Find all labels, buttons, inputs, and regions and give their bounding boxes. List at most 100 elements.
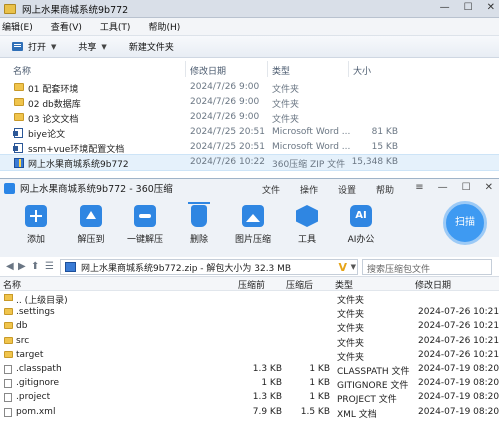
column-type[interactable]: 类型 — [335, 278, 353, 291]
up-folder-icon[interactable]: ⬆ — [31, 261, 39, 272]
minimize-button[interactable]: — — [438, 182, 448, 193]
view-mode-icon[interactable]: ☰ — [45, 261, 54, 272]
table-row[interactable]: src 文件夹 2024-07-26 10:21 — [0, 334, 499, 349]
list-item[interactable]: biye论文 2024/7/25 20:51 Microsoft Word ..… — [0, 125, 499, 140]
add-label: 添加 — [26, 235, 45, 245]
zip-file-list: .. (上级目录) 文件夹 .settings 文件夹 2024-07-26 1… — [0, 291, 499, 420]
chevron-down-icon[interactable]: ▼ — [351, 263, 356, 271]
table-row[interactable]: .classpath 1.3 KB 1 KB CLASSPATH 文件 2024… — [0, 362, 499, 377]
entry-original: 1 KB — [309, 378, 330, 389]
entry-modified: 2024-07-19 08:20 — [418, 392, 499, 403]
entry-name: .classpath — [16, 363, 62, 374]
search-input[interactable]: 搜索压缩包文件 — [362, 259, 492, 275]
one-click-extract-button[interactable]: 一键解压 — [120, 205, 170, 245]
path-field[interactable]: 网上水果商城系统9b772.zip - 解包大小为 32.3 MB V ▼ — [60, 259, 358, 275]
add-button[interactable]: 添加 — [11, 205, 61, 245]
list-item[interactable]: ssm+vue环境配置文档 2024/7/25 20:51 Microsoft … — [0, 140, 499, 155]
column-name[interactable]: 名称 — [3, 278, 21, 291]
minimize-button[interactable]: — — [440, 2, 450, 13]
file-name: 03 论文文档 — [28, 115, 79, 125]
entry-name: .. (上级目录) — [16, 296, 68, 306]
extract-to-button[interactable]: 解压到 — [66, 205, 116, 245]
list-item[interactable]: 01 配套环境 2024/7/26 9:00 文件夹 — [0, 80, 499, 95]
folder-icon — [4, 308, 13, 316]
trash-icon — [188, 202, 210, 227]
column-compressed[interactable]: 压缩前 — [238, 278, 265, 291]
tools-icon — [296, 205, 318, 227]
list-item[interactable]: 02 db数据库 2024/7/26 9:00 文件夹 — [0, 95, 499, 110]
table-row[interactable]: .gitignore 1 KB 1 KB GITIGNORE 文件 2024-0… — [0, 376, 499, 391]
table-row[interactable]: .. (上级目录) 文件夹 — [0, 291, 499, 306]
file-name: biye论文 — [28, 130, 66, 140]
file-type: 360压缩 ZIP 文件 — [272, 160, 346, 170]
folder-icon — [4, 322, 13, 330]
menu-tools[interactable]: 工具(T) — [100, 20, 131, 33]
file-icon — [4, 393, 12, 403]
forward-arrow-icon[interactable]: ▶ — [18, 261, 26, 272]
path-text: 网上水果商城系统9b772.zip - 解包大小为 32.3 MB — [81, 263, 292, 274]
zip-title-bar: 网上水果商城系统9b772 - 360压缩 文件 操作 设置 帮助 ≡ — ☐ … — [0, 179, 499, 197]
entry-original: 1 KB — [309, 392, 330, 403]
tools-button[interactable]: 工具 — [282, 205, 332, 245]
column-modified[interactable]: 修改日期 — [190, 64, 226, 77]
entry-modified: 2024-07-26 10:21 — [418, 335, 499, 346]
new-folder-button[interactable]: 新建文件夹 — [129, 40, 174, 53]
command-bar: 打开 ▼ 共享 ▼ 新建文件夹 — [0, 36, 499, 58]
open-button[interactable]: 打开 ▼ — [12, 40, 56, 53]
extract-icon — [80, 205, 102, 227]
table-row[interactable]: pom.xml 7.9 KB 1.5 KB XML 文档 2024-07-19 … — [0, 405, 499, 420]
share-button[interactable]: 共享 ▼ — [78, 40, 106, 54]
scan-button[interactable]: 扫描 — [443, 201, 487, 245]
hamburger-menu-icon[interactable]: ≡ — [415, 182, 423, 193]
file-size: 15,348 KB — [351, 157, 398, 167]
close-button[interactable]: ✕ — [485, 182, 493, 193]
entry-name: src — [16, 335, 30, 346]
maximize-button[interactable]: ☐ — [464, 2, 473, 13]
file-name: 01 配套环境 — [28, 85, 79, 95]
column-divider[interactable] — [267, 61, 268, 77]
ai-office-button[interactable]: AI AI办公 — [336, 205, 386, 245]
column-modified[interactable]: 修改日期 — [415, 278, 451, 291]
table-row[interactable]: .settings 文件夹 2024-07-26 10:21 — [0, 305, 499, 321]
zip-icon — [65, 262, 76, 272]
table-row[interactable]: db 文件夹 2024-07-26 10:21 — [0, 319, 499, 335]
column-divider[interactable] — [348, 61, 349, 77]
list-item[interactable]: 03 论文文档 2024/7/26 9:00 文件夹 — [0, 110, 499, 125]
table-row[interactable]: target 文件夹 2024-07-26 10:21 — [0, 348, 499, 363]
file-modified: 2024/7/25 20:51 — [190, 142, 265, 152]
image-compress-label: 图片压缩 — [234, 235, 271, 245]
menu-help[interactable]: 帮助(H) — [148, 20, 180, 33]
extract-to-label: 解压到 — [77, 235, 105, 245]
column-size[interactable]: 大小 — [353, 64, 371, 77]
column-divider[interactable] — [185, 61, 186, 77]
zip-toolbar: 添加 解压到 一键解压 删除 图片压缩 工具 AI AI办公 扫描 — [0, 197, 499, 257]
back-arrow-icon[interactable]: ◀ — [6, 261, 14, 272]
zip-menu-operate[interactable]: 操作 — [300, 183, 318, 196]
close-button[interactable]: ✕ — [487, 2, 495, 13]
list-item-selected[interactable]: 网上水果商城系统9b772 2024/7/26 10:22 360压缩 ZIP … — [0, 154, 499, 171]
table-row[interactable]: .project 1.3 KB 1 KB PROJECT 文件 2024-07-… — [0, 390, 499, 405]
entry-name: .project — [16, 392, 51, 403]
entry-original: 1 KB — [309, 363, 330, 374]
zip-menu-file[interactable]: 文件 — [262, 183, 280, 196]
menu-edit[interactable]: 编辑(E) — [2, 20, 33, 33]
column-type[interactable]: 类型 — [272, 64, 290, 77]
zip-menu-settings[interactable]: 设置 — [338, 183, 356, 196]
new-folder-label: 新建文件夹 — [128, 43, 174, 53]
zip-menu-bar: 文件 操作 设置 帮助 — [262, 183, 414, 196]
file-type: Microsoft Word ... — [272, 127, 351, 137]
zip-menu-help[interactable]: 帮助 — [376, 183, 394, 196]
delete-button[interactable]: 删除 — [174, 202, 224, 245]
folder-up-icon — [4, 294, 13, 301]
image-compress-button[interactable]: 图片压缩 — [228, 205, 278, 245]
folder-icon — [14, 113, 24, 121]
entry-type: 文件夹 — [337, 310, 365, 321]
maximize-button[interactable]: ☐ — [462, 182, 471, 193]
file-size: 15 KB — [371, 142, 398, 152]
address-bar: ◀ ▶ ⬆ ☰ 网上水果商城系统9b772.zip - 解包大小为 32.3 M… — [0, 257, 499, 277]
menu-view[interactable]: 查看(V) — [51, 20, 82, 33]
column-name[interactable]: 名称 — [13, 64, 31, 77]
entry-type: 文件夹 — [337, 324, 365, 335]
entry-original: 1.5 KB — [300, 406, 330, 417]
column-original[interactable]: 压缩后 — [286, 278, 313, 291]
